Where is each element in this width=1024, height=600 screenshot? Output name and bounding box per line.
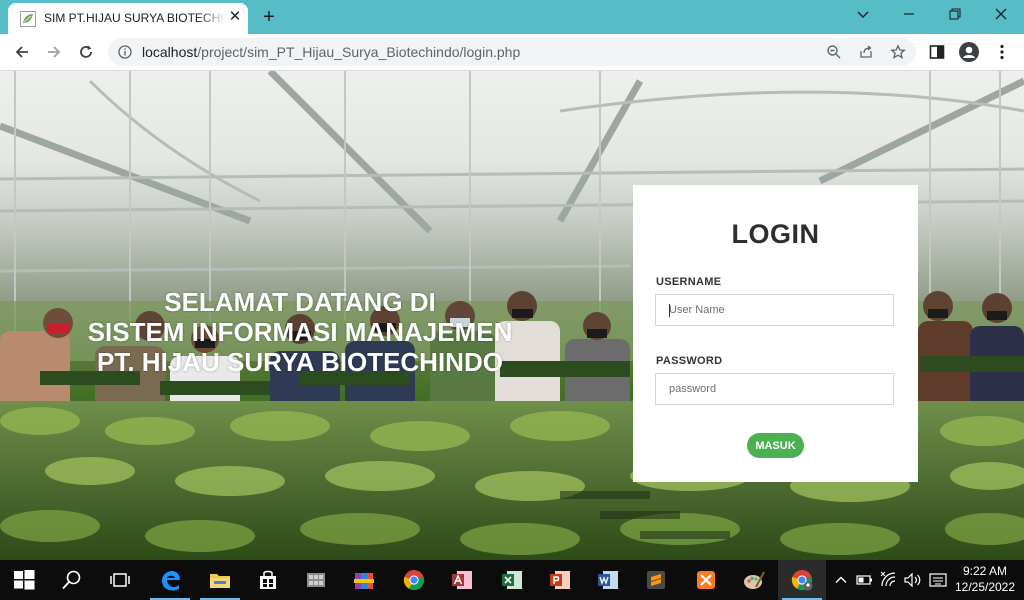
clock-time: 9:22 AM [962, 564, 1008, 578]
edge-browser-icon [162, 571, 180, 591]
store-bag-icon [260, 570, 276, 589]
taskbar-winrar[interactable] [340, 560, 388, 600]
clock-date: 12/25/2022 [954, 580, 1016, 594]
taskbar-powerpoint[interactable] [536, 560, 584, 600]
welcome-line-1: SELAMAT DATANG DI [164, 287, 436, 317]
app-grid-icon [307, 573, 325, 587]
site-info-icon[interactable] [118, 45, 132, 59]
password-input[interactable] [655, 373, 894, 405]
welcome-line-3: PT. HIJAU SURYA BIOTECHINDO [97, 347, 503, 377]
chrome-icon [403, 570, 425, 591]
taskbar-paint[interactable] [730, 560, 778, 600]
taskbar-word[interactable] [584, 560, 632, 600]
url-path: /project/sim_PT_Hijau_Surya_Biotechindo/… [197, 44, 521, 60]
close-window-button[interactable] [986, 4, 1016, 26]
new-tab-button[interactable]: + [258, 6, 280, 28]
bookmark-star-icon[interactable] [890, 44, 906, 60]
xampp-icon [697, 571, 715, 589]
share-icon[interactable] [858, 44, 874, 60]
taskbar-edge[interactable] [146, 560, 194, 600]
taskbar-file-explorer[interactable] [196, 560, 244, 600]
minimize-button[interactable] [894, 4, 924, 26]
password-label: PASSWORD [656, 355, 723, 367]
profile-avatar-icon[interactable] [959, 42, 979, 62]
login-submit-button[interactable]: MASUK [747, 433, 804, 458]
keyboard-ime-icon[interactable] [929, 572, 947, 588]
volume-icon[interactable] [904, 572, 922, 588]
powerpoint-icon [550, 571, 570, 589]
search-button[interactable] [48, 560, 96, 600]
browser-tab[interactable]: SIM PT.HIJAU SURYA BIOTECHINDO ✕ [8, 3, 248, 34]
leaf-favicon-icon [20, 11, 36, 27]
task-view-button[interactable] [96, 560, 144, 600]
tab-search-chevron-icon[interactable] [848, 4, 878, 26]
taskbar-clock[interactable]: 9:22 AM 12/25/2022 [950, 563, 1020, 595]
url-host: localhost [142, 44, 198, 60]
archive-books-icon [354, 573, 374, 589]
task-view-icon [110, 573, 130, 587]
restore-button[interactable] [940, 4, 970, 26]
taskbar-store[interactable] [244, 560, 292, 600]
browser-titlebar: SIM PT.HIJAU SURYA BIOTECHINDO ✕ + [0, 0, 1024, 34]
address-bar[interactable]: localhost/project/sim_PT_Hijau_Surya_Bio… [108, 38, 916, 66]
browser-toolbar: localhost/project/sim_PT_Hijau_Surya_Bio… [0, 34, 1024, 71]
taskbar-sublime[interactable] [632, 560, 680, 600]
back-button[interactable] [10, 40, 34, 64]
forward-button[interactable] [42, 40, 66, 64]
word-icon [598, 571, 618, 589]
taskbar-excel[interactable] [488, 560, 536, 600]
excel-icon [502, 571, 522, 589]
taskbar-access[interactable] [438, 560, 486, 600]
sublime-text-icon [647, 571, 665, 589]
side-panel-icon[interactable] [928, 43, 946, 61]
username-input[interactable] [655, 294, 894, 326]
reload-button[interactable] [74, 40, 98, 64]
browser-menu-icon[interactable] [993, 43, 1011, 61]
text-cursor [669, 304, 670, 317]
zoom-out-icon[interactable] [826, 44, 842, 60]
tab-title: SIM PT.HIJAU SURYA BIOTECHINDO [44, 11, 226, 25]
url-text[interactable]: localhost/project/sim_PT_Hijau_Surya_Bio… [142, 44, 520, 60]
access-icon [452, 571, 472, 589]
login-title: LOGIN [731, 219, 820, 249]
chrome-profile-icon [791, 570, 813, 591]
windows-logo-icon [14, 570, 35, 590]
wifi-icon[interactable] [880, 571, 898, 589]
windows-taskbar: 9:22 AM 12/25/2022 [0, 560, 1024, 600]
start-button[interactable] [0, 560, 48, 600]
taskbar-chrome[interactable] [390, 560, 438, 600]
welcome-heading: SELAMAT DATANG DI SISTEM INFORMASI MANAJ… [40, 287, 560, 377]
search-icon [62, 570, 81, 590]
taskbar-xampp[interactable] [682, 560, 730, 600]
folder-icon [210, 574, 230, 588]
taskbar-app-grid[interactable] [292, 560, 340, 600]
tab-close-icon[interactable]: ✕ [226, 8, 244, 26]
paint-palette-icon [744, 571, 765, 589]
login-card: LOGIN USERNAME PASSWORD MASUK [633, 185, 918, 482]
show-hidden-icons-chevron-icon[interactable] [834, 573, 848, 587]
login-page-background: SELAMAT DATANG DI SISTEM INFORMASI MANAJ… [0, 71, 1024, 560]
taskbar-chrome-active[interactable] [778, 560, 826, 600]
battery-icon[interactable] [856, 572, 874, 588]
welcome-line-2: SISTEM INFORMASI MANAJEMEN [87, 317, 513, 347]
username-label: USERNAME [656, 276, 722, 288]
